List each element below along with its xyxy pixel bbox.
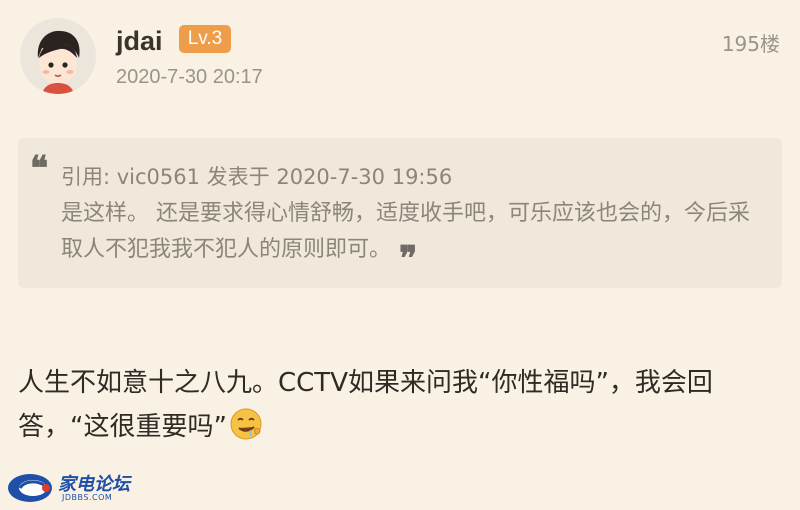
quote-header[interactable]: 引用: vic0561 发表于 2020-7-30 19:56 — [61, 161, 452, 191]
watermark-subtitle: JDBBS.COM — [62, 493, 113, 502]
site-logo-icon — [8, 474, 52, 502]
post-timestamp: 2020-7-30 20:17 — [116, 66, 263, 88]
post-text: 人生不如意十之八九。CCTV如果来问我“你性福吗”，我会回答，“这很重要吗” — [18, 368, 713, 442]
quote-body: 是这样。 还是要求得心情舒畅，适度收手吧，可乐应该也会的，今后采取人不犯我我不犯… — [61, 196, 761, 276]
level-badge: Lv.3 — [179, 25, 231, 53]
user-avatar[interactable] — [20, 18, 96, 94]
drooling-face-emoji-icon — [229, 407, 263, 441]
username[interactable]: jdai — [116, 26, 163, 57]
quote-close-icon: ❞ — [399, 239, 418, 279]
site-watermark: 家电论坛 JDBBS.COM — [6, 470, 146, 506]
cartoon-avatar-icon — [20, 18, 96, 94]
post-content: 人生不如意十之八九。CCTV如果来问我“你性福吗”，我会回答，“这很重要吗” — [18, 361, 788, 449]
floor-number: 195楼 — [721, 32, 780, 56]
quote-block: ❝ 引用: vic0561 发表于 2020-7-30 19:56 是这样。 还… — [18, 138, 782, 288]
quote-open-icon: ❝ — [30, 149, 49, 189]
